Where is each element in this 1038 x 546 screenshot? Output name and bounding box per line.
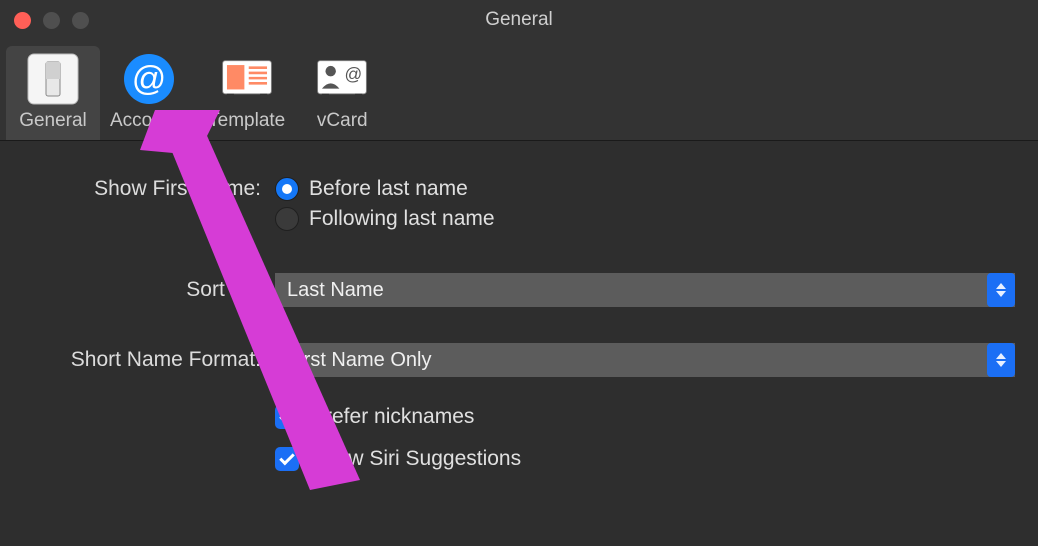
tab-general[interactable]: General: [6, 46, 100, 140]
accounts-at-icon: @: [122, 52, 176, 106]
tab-vcard[interactable]: @ vCard: [295, 46, 389, 140]
window-title: General: [485, 9, 553, 31]
minimize-window-button[interactable]: [43, 12, 60, 29]
tab-accounts[interactable]: @ Accounts: [100, 46, 198, 140]
radio-following-last-name[interactable]: Following last name: [275, 207, 495, 231]
general-switch-icon: [26, 52, 80, 106]
vcard-icon: @: [315, 52, 369, 106]
prefer-nicknames-label: Prefer nicknames: [311, 405, 474, 429]
tab-template-label: Template: [208, 110, 285, 132]
sort-by-value: Last Name: [287, 279, 384, 302]
show-siri-label: Show Siri Suggestions: [311, 447, 521, 471]
checkbox-prefer-nicknames[interactable]: Prefer nicknames: [275, 405, 521, 429]
select-stepper-icon: [987, 273, 1015, 307]
template-card-icon: [220, 52, 274, 106]
window-controls: [14, 12, 89, 29]
general-settings-pane: Show First Name: Before last name Follow…: [0, 141, 1038, 519]
checkbox-checked-icon: [275, 405, 299, 429]
sort-by-label: Sort By:: [20, 278, 275, 302]
select-stepper-icon: [987, 343, 1015, 377]
radio-dot-icon: [275, 207, 299, 231]
radio-dot-icon: [275, 177, 299, 201]
svg-text:@: @: [345, 64, 363, 84]
svg-text:@: @: [132, 60, 167, 98]
tab-accounts-label: Accounts: [110, 110, 188, 132]
tab-general-label: General: [19, 110, 87, 132]
short-name-format-select[interactable]: First Name Only: [275, 343, 1015, 377]
preferences-toolbar: General @ Accounts Template: [0, 40, 1038, 141]
checkbox-show-siri-suggestions[interactable]: Show Siri Suggestions: [275, 447, 521, 471]
tab-template[interactable]: Template: [198, 46, 295, 140]
show-first-name-label: Show First Name:: [20, 177, 275, 201]
sort-by-select[interactable]: Last Name: [275, 273, 1015, 307]
radio-following-last-name-label: Following last name: [309, 207, 495, 231]
tab-vcard-label: vCard: [317, 110, 368, 132]
zoom-window-button[interactable]: [72, 12, 89, 29]
close-window-button[interactable]: [14, 12, 31, 29]
radio-before-last-name[interactable]: Before last name: [275, 177, 495, 201]
short-name-format-label: Short Name Format:: [20, 348, 275, 372]
radio-before-last-name-label: Before last name: [309, 177, 468, 201]
checkbox-checked-icon: [275, 447, 299, 471]
short-name-format-value: First Name Only: [287, 349, 431, 372]
titlebar: General: [0, 0, 1038, 40]
